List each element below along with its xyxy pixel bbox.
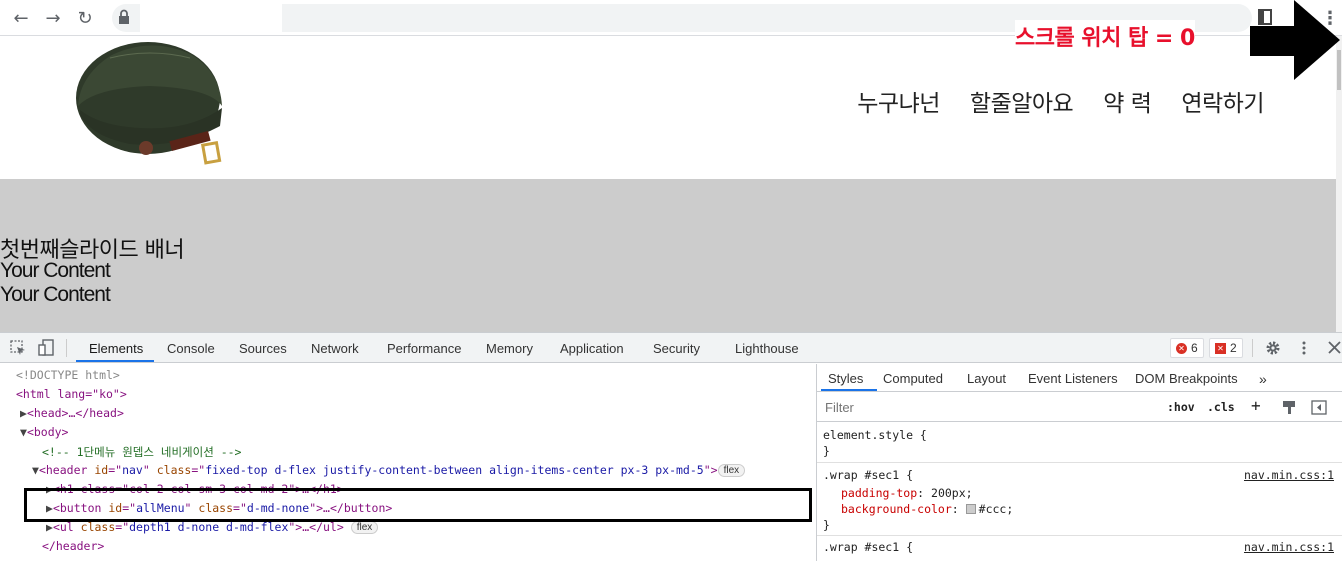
error-count: 6	[1191, 341, 1198, 355]
tab-elements[interactable]: Elements	[89, 341, 143, 356]
tab-event-listeners[interactable]: Event Listeners	[1028, 371, 1118, 386]
tab-network[interactable]: Network	[311, 341, 359, 356]
active-tab-indicator	[821, 389, 877, 391]
rule-close-brace: }	[823, 444, 830, 458]
issue-count: 2	[1230, 341, 1237, 355]
body-node[interactable]: ▼<body>	[20, 425, 68, 439]
tab-performance[interactable]: Performance	[387, 341, 461, 356]
close-icon[interactable]	[1328, 341, 1341, 354]
more-options-icon[interactable]	[1298, 340, 1310, 356]
tab-sources[interactable]: Sources	[239, 341, 287, 356]
rule-source-link[interactable]: nav.min.css:1	[1244, 468, 1334, 482]
tab-styles[interactable]: Styles	[828, 371, 863, 386]
rule-divider	[817, 462, 1342, 463]
css-property-row[interactable]: background-color: #ccc;	[841, 502, 1013, 516]
color-swatch[interactable]	[965, 504, 976, 514]
scroll-position-label: 스크롤 위치 탑 = 0	[1015, 20, 1195, 52]
error-count-badge[interactable]: ✕ 6	[1170, 338, 1204, 358]
tab-console[interactable]: Console	[167, 341, 215, 356]
styles-pane: Styles Computed Layout Event Listeners D…	[816, 364, 1342, 561]
collapse-triangle-icon[interactable]: ▼	[20, 425, 27, 439]
issue-icon: ✕	[1215, 342, 1226, 354]
rule-source-link[interactable]: nav.min.css:1	[1244, 540, 1334, 554]
inspect-element-icon[interactable]	[10, 340, 26, 356]
banner-content-line: Your Content	[0, 259, 111, 282]
ul-node[interactable]: ▶<ul class="depth1 d-none d-md-flex">…</…	[46, 520, 379, 534]
css-property-value: 200px;	[931, 486, 973, 500]
rule-selector[interactable]: .wrap #sec1 {	[823, 540, 913, 554]
arrow-right-icon	[1250, 0, 1340, 80]
sidebar-toggle-icon[interactable]	[1311, 400, 1327, 415]
address-bar-url-redacted	[140, 4, 282, 32]
header-close-node[interactable]: </header>	[42, 539, 104, 553]
rule-divider	[817, 535, 1342, 536]
styles-tabbar: Styles Computed Layout Event Listeners D…	[817, 364, 1342, 392]
devtools-toolbar: Elements Console Sources Network Perform…	[0, 333, 1342, 363]
attr-name: class	[156, 463, 192, 477]
back-arrow-icon[interactable]: ←	[9, 6, 33, 30]
elements-tree: <!DOCTYPE html> <html lang="ko"> ▶<head>…	[0, 364, 816, 561]
page-viewport: 누구냐넌 할줄알아요 약 력 연락하기 첫번째슬라이드 배너 Your Cont…	[0, 36, 1336, 332]
nav-item-contact[interactable]: 연락하기	[1181, 84, 1264, 118]
flex-badge[interactable]: flex	[717, 464, 746, 477]
forward-arrow-icon[interactable]: →	[41, 6, 65, 30]
collapse-triangle-icon[interactable]: ▼	[32, 463, 39, 477]
tab-lighthouse[interactable]: Lighthouse	[735, 341, 799, 356]
tab-memory[interactable]: Memory	[486, 341, 533, 356]
rule-selector[interactable]: .wrap #sec1 {	[823, 468, 913, 482]
tab-computed[interactable]: Computed	[883, 371, 943, 386]
hov-toggle[interactable]: :hov	[1167, 400, 1195, 414]
more-tabs-icon[interactable]: »	[1259, 371, 1267, 387]
add-rule-icon[interactable]: +	[1251, 396, 1261, 415]
attr-value: fixed-top d-flex justify-content-between…	[205, 463, 704, 477]
nav-item-who[interactable]: 누구냐넌	[857, 84, 940, 118]
main-nav: 누구냐넌 할줄알아요 약 력 연락하기	[857, 84, 1264, 118]
css-property-name: background-color	[841, 502, 952, 516]
tab-dom-breakpoints[interactable]: DOM Breakpoints	[1135, 371, 1238, 386]
header-node[interactable]: ▼<header id="nav" class="fixed-top d-fle…	[32, 463, 746, 477]
head-node[interactable]: ▶<head>…</head>	[20, 406, 124, 420]
tab-security[interactable]: Security	[653, 341, 700, 356]
toolbar-divider	[1252, 339, 1253, 357]
filter-input[interactable]	[821, 396, 1157, 418]
paint-icon[interactable]	[1281, 400, 1297, 415]
body-node-text: <body>	[26, 425, 69, 439]
styles-filter-row: :hov .cls +	[817, 392, 1342, 422]
comment-node[interactable]: <!-- 1단메뉴 원뎁스 네비게이션 -->	[42, 444, 241, 460]
issue-count-badge[interactable]: ✕ 2	[1209, 338, 1243, 358]
nav-item-skills[interactable]: 할줄알아요	[970, 84, 1074, 118]
lock-icon	[119, 9, 129, 24]
slide-banner: 첫번째슬라이드 배너 Your Content Your Content	[0, 179, 1336, 332]
attr-value: nav	[122, 463, 143, 477]
devtools-panel: Elements Console Sources Network Perform…	[0, 332, 1342, 561]
banner-content-line: Your Content	[0, 283, 111, 306]
expand-triangle-icon[interactable]: ▶	[20, 406, 27, 420]
element-style-selector[interactable]: element.style {	[823, 428, 927, 442]
css-property-value: #ccc;	[978, 502, 1014, 516]
cls-toggle[interactable]: .cls	[1207, 400, 1235, 414]
annotation-highlight-box	[24, 488, 812, 522]
active-tab-indicator	[76, 360, 154, 362]
tab-application[interactable]: Application	[560, 341, 624, 356]
attr-name: id	[94, 463, 109, 477]
nav-item-career[interactable]: 약 력	[1103, 84, 1152, 118]
css-property-row[interactable]: padding-top: 200px;	[841, 486, 973, 500]
tab-layout[interactable]: Layout	[967, 371, 1006, 386]
css-property-name: padding-top	[841, 486, 918, 500]
rule-close-brace: }	[823, 518, 830, 532]
toolbar-divider	[66, 339, 67, 357]
hat-logo-image	[76, 42, 222, 165]
expand-triangle-icon[interactable]: ▶	[46, 520, 53, 534]
settings-gear-icon[interactable]	[1265, 340, 1281, 356]
error-icon: ✕	[1176, 342, 1187, 354]
head-node-text: <head>…</head>	[26, 406, 124, 420]
attr-value: depth1 d-none d-md-flex	[129, 520, 289, 534]
device-toolbar-icon[interactable]	[38, 339, 56, 357]
doctype-node[interactable]: <!DOCTYPE html>	[16, 368, 120, 382]
flex-badge[interactable]: flex	[350, 521, 379, 534]
header-tag-name: header	[45, 463, 88, 477]
reload-icon[interactable]: ↻	[73, 6, 97, 30]
html-node[interactable]: <html lang="ko">	[16, 387, 127, 401]
